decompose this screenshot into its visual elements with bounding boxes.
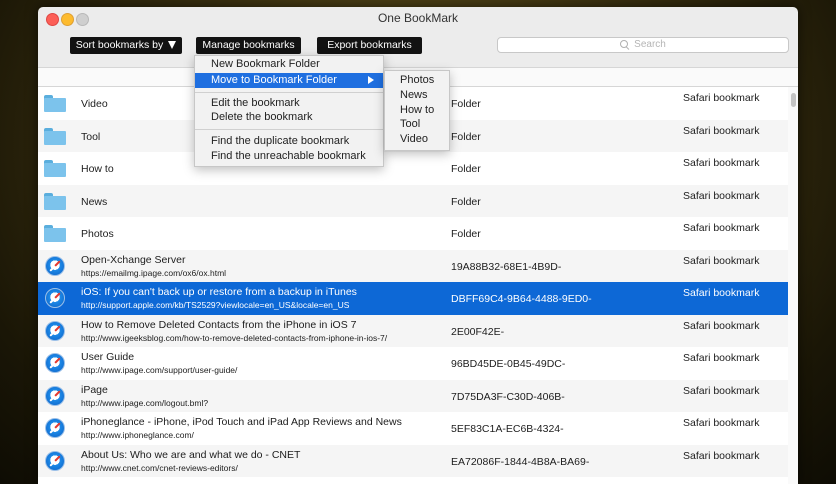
source-cell: Safari bookmark [683,92,760,104]
menu-item-find-duplicate[interactable]: Find the duplicate bookmark [195,134,383,148]
bookmark-title: iOS: If you can't back up or restore fro… [81,286,357,298]
bookmark-row[interactable]: User Guide http://www.ipage.com/support/u… [38,347,788,380]
kind-cell: Folder [451,130,481,143]
source-cell: Safari bookmark [683,189,760,202]
safari-icon [45,385,65,406]
sort-bookmarks-button[interactable]: Sort bookmarks by [70,37,182,54]
menu-item-new-folder[interactable]: New Bookmark Folder [195,57,383,71]
submenu-item-news[interactable]: News [385,88,449,102]
source-cell: Safari bookmark [683,287,760,299]
safari-icon [45,255,65,276]
vertical-scrollbar[interactable] [788,87,798,484]
source-cell: Safari bookmark [683,254,760,267]
manage-bookmarks-button[interactable]: Manage bookmarks [196,37,301,66]
submenu-item-photos[interactable]: Photos [385,73,449,87]
manage-bookmarks-label: Manage bookmarks [202,39,295,51]
folder-name: Photos [81,228,114,240]
title-bar: One BookMark [38,7,798,29]
id-cell: EA72086F-1844-4B8A-BA69- [451,455,590,468]
folder-name: News [81,195,108,208]
submenu-arrow-icon [368,76,374,84]
source-cell: Safari bookmark [683,157,760,169]
bookmark-row[interactable]: iPage http://www.ipage.com/logout.bml? 7D7… [38,379,788,412]
export-bookmarks-button[interactable]: Export bookmarks [317,37,422,54]
search-input[interactable]: Search [497,37,789,53]
submenu-item-how-to[interactable]: How to [385,103,449,117]
menu-item-move-to-folder[interactable]: Move to Bookmark Folder [195,73,383,88]
source-cell: Safari bookmark [683,384,760,397]
id-cell: 7D75DA3F-C30D-406B- [451,390,565,403]
bookmark-row[interactable]: iPhoneglance - iPhone, iPod Touch and iP… [38,412,788,445]
bookmark-url: https://emailmg.ipage.com/ox6/ox.html [81,267,227,278]
bookmark-title: User Guide [81,351,135,363]
toolbar: Sort bookmarks by Manage bookmarks Expor… [38,29,798,67]
bookmark-row[interactable]: About Us: Who we are and what we do - CN… [38,444,788,477]
folder-row[interactable]: Photos Folder Safari bookmark [38,217,788,250]
safari-icon [45,450,65,471]
menu-item-find-unreachable[interactable]: Find the unreachable bookmark [195,149,383,163]
id-cell: 5EF83C1A-EC6B-4324- [451,423,564,435]
menu-separator [195,129,383,130]
bookmark-url: http://www.igeeksblog.com/how-to-remove-… [81,332,388,343]
folder-name: Tool [81,130,101,143]
menu-item-move-to-folder-label: Move to Bookmark Folder [211,74,337,86]
search-placeholder: Search [634,39,666,50]
folder-submenu: Photos News How to Tool Video [384,70,450,151]
menu-item-delete-bookmark[interactable]: Delete the bookmark [195,110,383,124]
source-cell: Safari bookmark [683,222,760,234]
scrollbar-thumb[interactable] [791,93,796,107]
folder-icon [44,126,66,146]
folder-name: How to [81,163,114,175]
folder-icon [44,191,66,211]
submenu-item-video[interactable]: Video [385,132,449,146]
bookmark-title: iPage [81,383,108,396]
bookmark-row[interactable]: Open-Xchange Server https://emailmg.ipage… [38,249,788,282]
bookmark-title: About Us: Who we are and what we do - CN… [81,448,301,461]
bookmark-title: How to Remove Deleted Contacts from the … [81,318,357,331]
app-window: One BookMark Sort bookmarks by Manage bo… [38,7,798,484]
kind-cell: Folder [451,228,481,240]
manage-bookmarks-menu: New Bookmark Folder Move to Bookmark Fol… [194,55,384,167]
safari-icon [45,353,65,373]
search-icon [620,40,629,48]
dropdown-arrow-icon [168,41,177,49]
kind-cell: Folder [451,98,481,110]
source-cell: Safari bookmark [683,449,760,462]
bookmark-url: http://www.ipage.com/logout.bml? [81,397,209,408]
menu-item-edit-bookmark[interactable]: Edit the bookmark [195,96,383,110]
bookmark-title: iPhoneglance - iPhone, iPod Touch and iP… [81,416,402,428]
safari-icon [45,418,65,438]
safari-icon [45,320,65,341]
bookmark-row[interactable]: How to Remove Deleted Contacts from the … [38,314,788,347]
id-cell: DBFF69C4-9B64-4488-9ED0- [451,293,592,305]
bookmark-url: http://support.apple.com/kb/TS2529?viewl… [81,300,350,310]
source-cell: Safari bookmark [683,417,760,429]
bookmark-url: http://www.iphoneglance.com/ [81,430,194,440]
folder-row[interactable]: News Folder Safari bookmark [38,184,788,217]
bookmark-url: http://www.ipage.com/support/user-guide/ [81,365,238,375]
id-cell: 19A88B32-68E1-4B9D- [451,260,562,273]
folder-row[interactable]: How to Folder Safari bookmark [38,152,788,185]
id-cell: 96BD45DE-0B45-49DC- [451,358,566,370]
folder-icon [44,223,66,243]
folder-icon [44,158,66,178]
folder-icon [44,93,66,113]
source-cell: Safari bookmark [683,319,760,332]
source-cell: Safari bookmark [683,124,760,137]
safari-icon [45,288,65,308]
source-cell: Safari bookmark [683,352,760,364]
kind-cell: Folder [451,163,481,175]
bookmark-url: http://www.cnet.com/cnet-reviews-editors… [81,462,238,473]
kind-cell: Folder [451,195,481,208]
folder-name: Video [81,98,108,110]
export-bookmarks-label: Export bookmarks [327,39,412,51]
submenu-item-tool[interactable]: Tool [385,117,449,131]
sort-bookmarks-label: Sort bookmarks by [75,39,164,51]
bookmark-title: Open-Xchange Server [81,253,186,266]
window-title: One BookMark [377,11,459,25]
menu-separator [195,92,383,93]
bookmark-row[interactable]: iOS: If you can't back up or restore fro… [38,282,788,315]
id-cell: 2E00F42E- [451,325,505,338]
